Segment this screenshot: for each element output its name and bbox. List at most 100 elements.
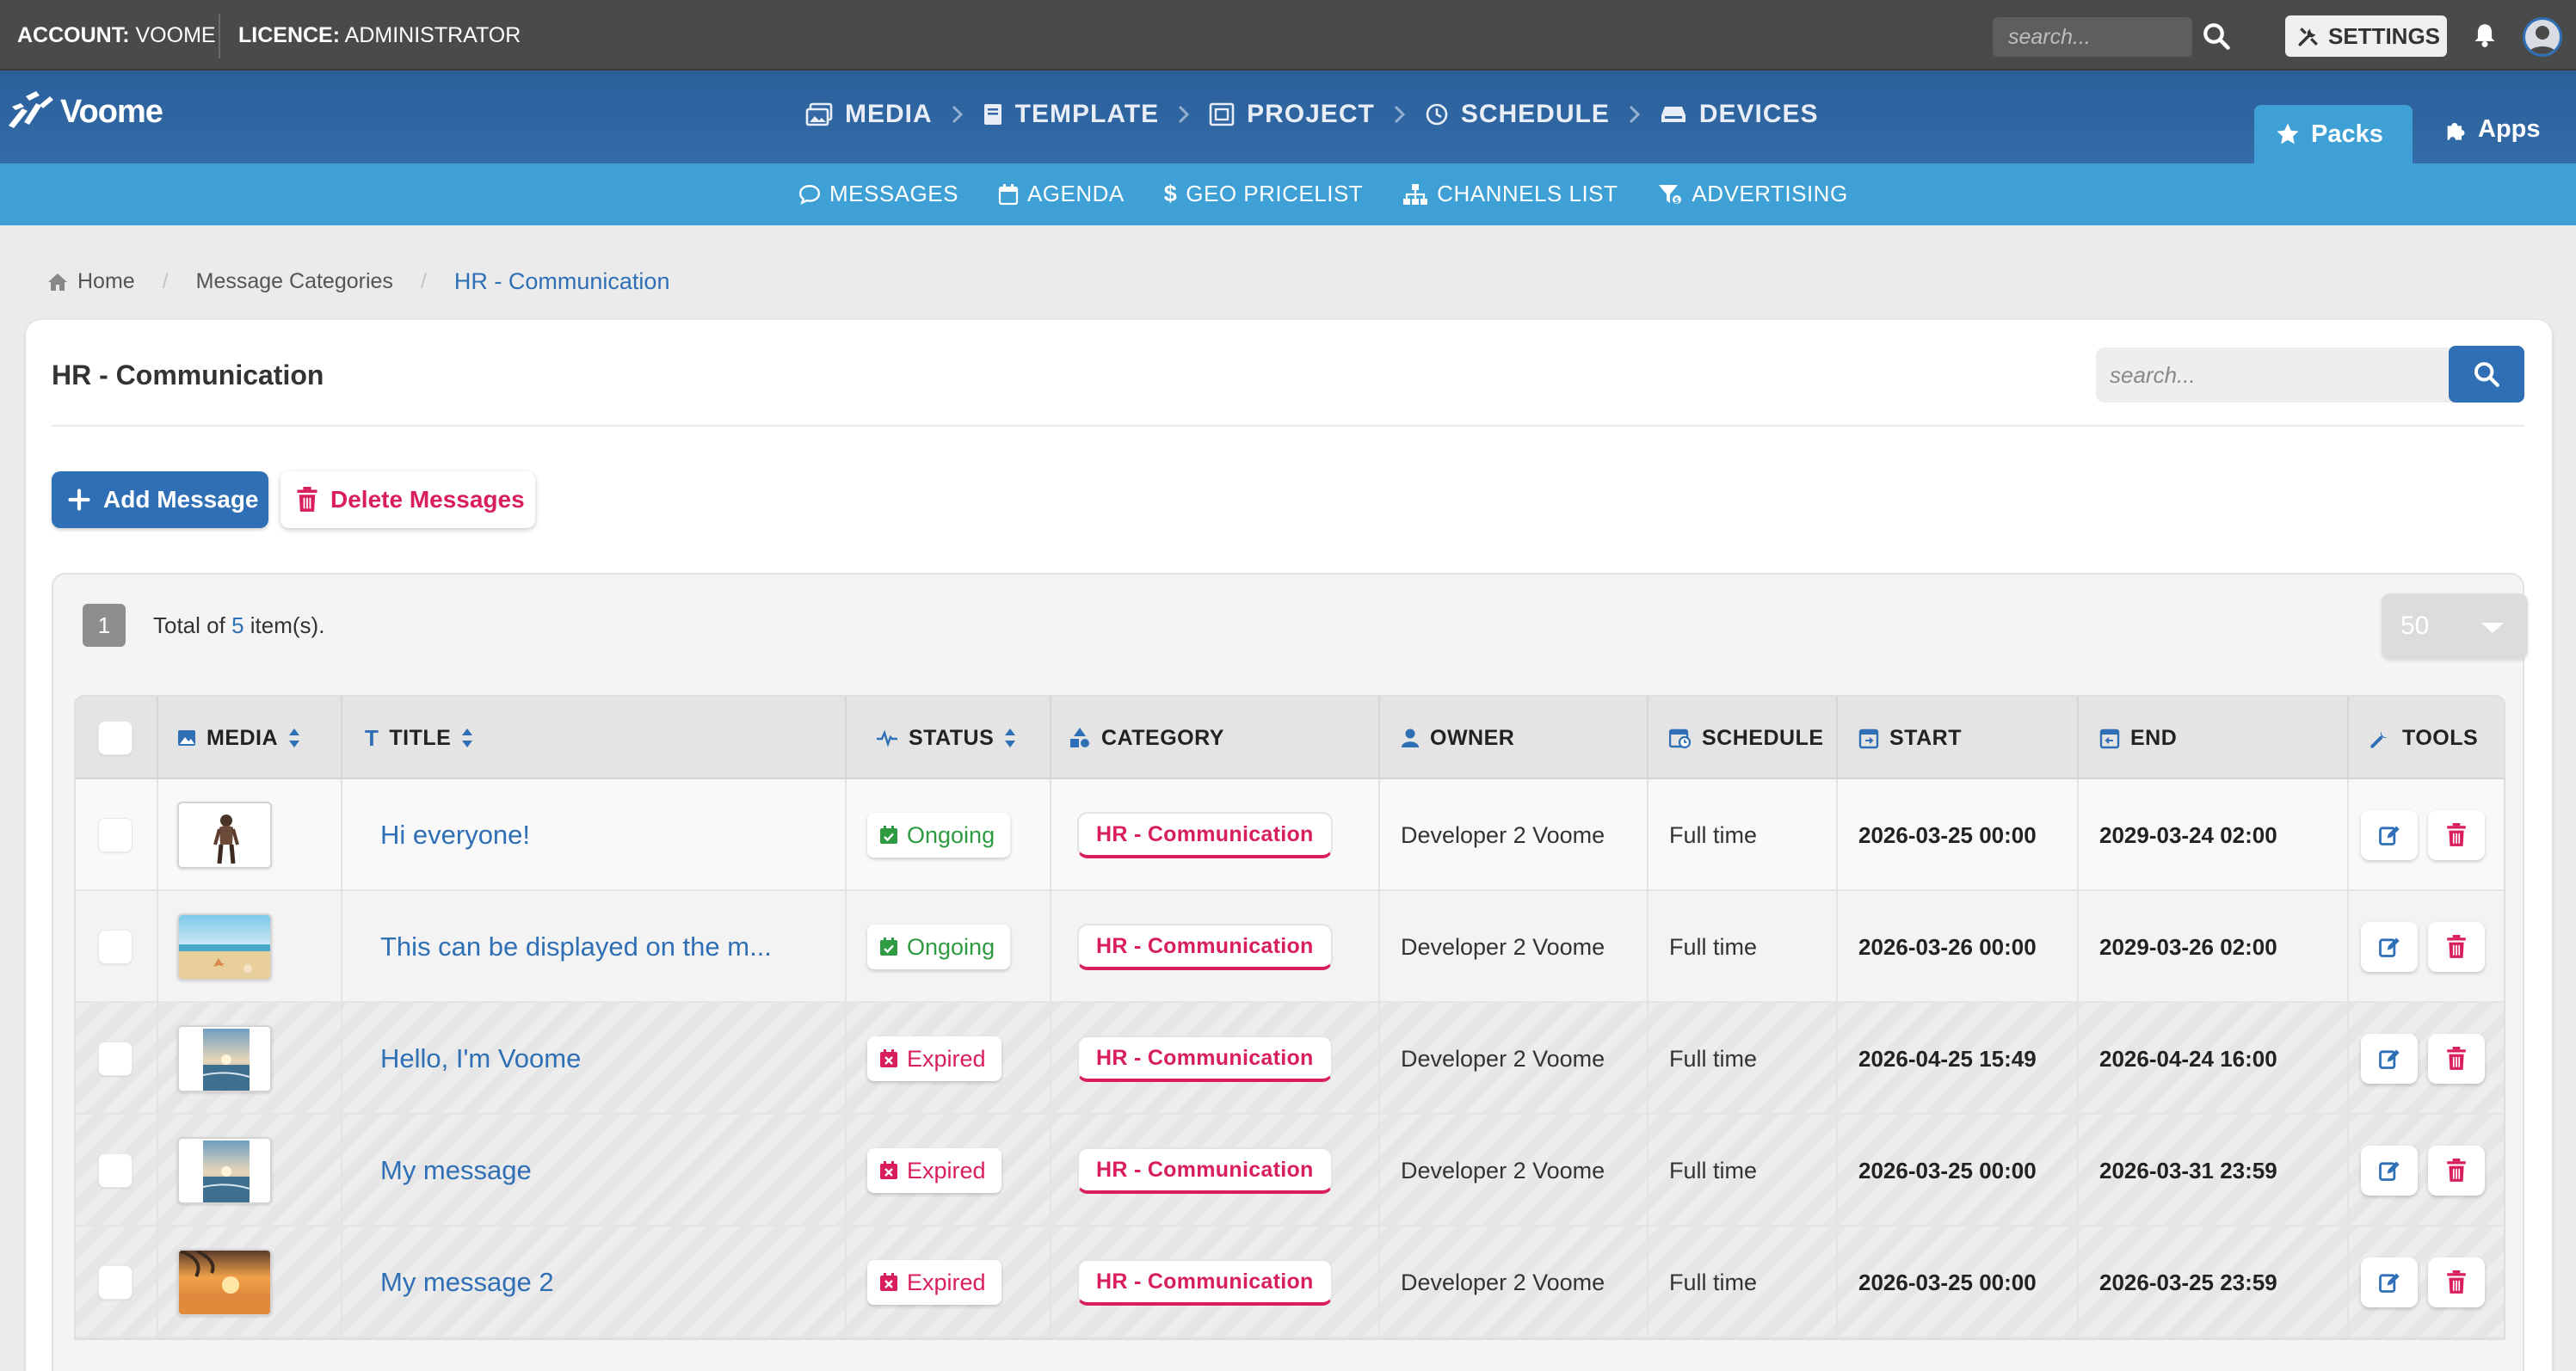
nav-schedule-label: SCHEDULE: [1460, 100, 1610, 128]
column-media-label: MEDIA: [206, 725, 279, 750]
media-thumbnail[interactable]: [177, 1137, 272, 1204]
status-label: Expired: [907, 1157, 986, 1183]
media-thumbnail[interactable]: [177, 1249, 272, 1316]
subnav-items: MESSAGES AGENDA $ GEO PRICELIST CHANNELS…: [798, 181, 1848, 207]
sitemap-icon: [1403, 183, 1428, 205]
add-message-button[interactable]: Add Message: [52, 471, 268, 528]
category-badge[interactable]: HR - Communication: [1077, 1147, 1333, 1194]
edit-button[interactable]: [2361, 1257, 2418, 1307]
message-title-link[interactable]: Hello, I'm Voome: [380, 1043, 581, 1074]
settings-button[interactable]: SETTINGS: [2285, 15, 2447, 57]
edit-button[interactable]: [2361, 922, 2418, 972]
column-schedule: SCHEDULE: [1669, 697, 1824, 779]
tools-icon: [2297, 25, 2320, 47]
row-checkbox[interactable]: [98, 1153, 132, 1188]
nav-schedule[interactable]: SCHEDULE: [1425, 100, 1610, 129]
category-badge[interactable]: HR - Communication: [1077, 1259, 1333, 1306]
delete-messages-button[interactable]: Delete Messages: [280, 471, 535, 528]
media-thumbnail[interactable]: [177, 1025, 272, 1092]
funnel-icon: $: [1659, 184, 1684, 206]
column-category-label: CATEGORY: [1101, 725, 1224, 750]
delete-button[interactable]: [2428, 1146, 2485, 1196]
plus-icon: [68, 489, 90, 511]
column-status[interactable]: STATUS: [876, 697, 1016, 779]
nav-template[interactable]: TEMPLATE: [983, 100, 1159, 129]
tab-apps[interactable]: Apps: [2444, 115, 2541, 144]
subnav-channels-list[interactable]: CHANNELS LIST: [1402, 181, 1618, 207]
trash-icon: [2446, 1270, 2467, 1294]
message-search-input[interactable]: [2096, 347, 2457, 403]
column-tools-label: TOOLS: [2402, 725, 2479, 750]
category-badge[interactable]: HR - Communication: [1077, 812, 1333, 858]
media-thumbnail[interactable]: [177, 913, 272, 981]
per-page-select[interactable]: 50: [2382, 593, 2528, 659]
page-number[interactable]: 1: [83, 604, 126, 647]
home-icon: [48, 273, 67, 291]
nav-devices[interactable]: DEVICES: [1660, 100, 1819, 129]
row-checkbox[interactable]: [98, 818, 132, 852]
workflow-steps: MEDIA TEMPLATE PROJECT SCHEDULE DEVICES: [805, 100, 1819, 129]
message-title-link[interactable]: This can be displayed on the m...: [380, 931, 772, 962]
row-checkbox[interactable]: [98, 1265, 132, 1300]
images-icon: [805, 102, 833, 126]
nav-project[interactable]: PROJECT: [1209, 100, 1375, 129]
column-title-label: TITLE: [389, 725, 452, 750]
end-date: 2026-03-31 23:59: [2099, 1157, 2277, 1183]
subnav-agenda[interactable]: AGENDA: [998, 181, 1125, 207]
edit-button[interactable]: [2361, 1034, 2418, 1084]
message-title-link[interactable]: My message: [380, 1155, 532, 1186]
delete-button[interactable]: [2428, 922, 2485, 972]
column-status-label: STATUS: [909, 725, 995, 750]
text-icon: T: [365, 724, 379, 751]
delete-button[interactable]: [2428, 1034, 2485, 1084]
select-all-checkbox[interactable]: [98, 721, 132, 755]
tab-packs[interactable]: Packs: [2254, 105, 2413, 163]
column-title[interactable]: T TITLE: [365, 697, 473, 779]
media-thumbnail[interactable]: [177, 802, 272, 869]
column-end-label: END: [2130, 725, 2178, 750]
owner-name: Developer 2 Voome: [1401, 1269, 1605, 1295]
chevron-right-icon: [952, 105, 964, 124]
heartbeat-icon: [877, 729, 897, 747]
edit-button[interactable]: [2361, 1146, 2418, 1196]
breadcrumb-message-categories[interactable]: Message Categories: [196, 269, 393, 294]
category-badge[interactable]: HR - Communication: [1077, 1036, 1333, 1082]
subnav-geo-pricelist[interactable]: $ GEO PRICELIST: [1164, 181, 1363, 207]
message-title-link[interactable]: My message 2: [380, 1267, 554, 1298]
subnav-agenda-label: AGENDA: [1026, 181, 1125, 206]
bell-icon[interactable]: [2473, 22, 2497, 48]
search-icon[interactable]: [2201, 21, 2232, 52]
global-search-input[interactable]: [1993, 17, 2192, 57]
breadcrumb-home-label: Home: [77, 269, 135, 293]
licence-value: ADMINISTRATOR: [344, 23, 521, 47]
trash-icon: [2446, 1047, 2467, 1071]
category-badge[interactable]: HR - Communication: [1077, 924, 1333, 970]
message-title-link[interactable]: Hi everyone!: [380, 820, 530, 851]
account-info: ACCOUNT: VOOME: [17, 23, 216, 48]
edit-icon: [2377, 1270, 2401, 1294]
clock-icon: [1426, 103, 1448, 126]
owner-name: Developer 2 Voome: [1401, 821, 1605, 848]
add-message-label: Add Message: [103, 486, 259, 513]
delete-button[interactable]: [2428, 810, 2485, 860]
edit-button[interactable]: [2361, 810, 2418, 860]
breadcrumb-home[interactable]: Home: [46, 269, 135, 294]
status-badge: Expired: [867, 1148, 1001, 1193]
row-checkbox[interactable]: [98, 930, 132, 964]
sort-icon: [289, 729, 300, 747]
user-avatar[interactable]: [2523, 17, 2562, 57]
subnav-advertising[interactable]: $ ADVERTISING: [1657, 181, 1847, 207]
subnav-messages[interactable]: MESSAGES: [798, 181, 958, 207]
message-search-button[interactable]: [2449, 346, 2524, 403]
tab-packs-label: Packs: [2311, 120, 2383, 148]
page-title: HR - Communication: [52, 360, 324, 390]
nav-media[interactable]: MEDIA: [805, 100, 933, 129]
delete-button[interactable]: [2428, 1257, 2485, 1307]
status-label: Expired: [907, 1045, 986, 1072]
voome-logo[interactable]: Voome: [7, 88, 163, 136]
row-checkbox[interactable]: [98, 1042, 132, 1076]
table-row: My message Expired HR - Communication Devel…: [76, 1115, 2504, 1227]
table-row: Hi everyone! Ongoing HR - Communication Dev…: [76, 779, 2504, 891]
column-media[interactable]: MEDIA: [177, 697, 300, 779]
nav-devices-label: DEVICES: [1698, 100, 1819, 128]
